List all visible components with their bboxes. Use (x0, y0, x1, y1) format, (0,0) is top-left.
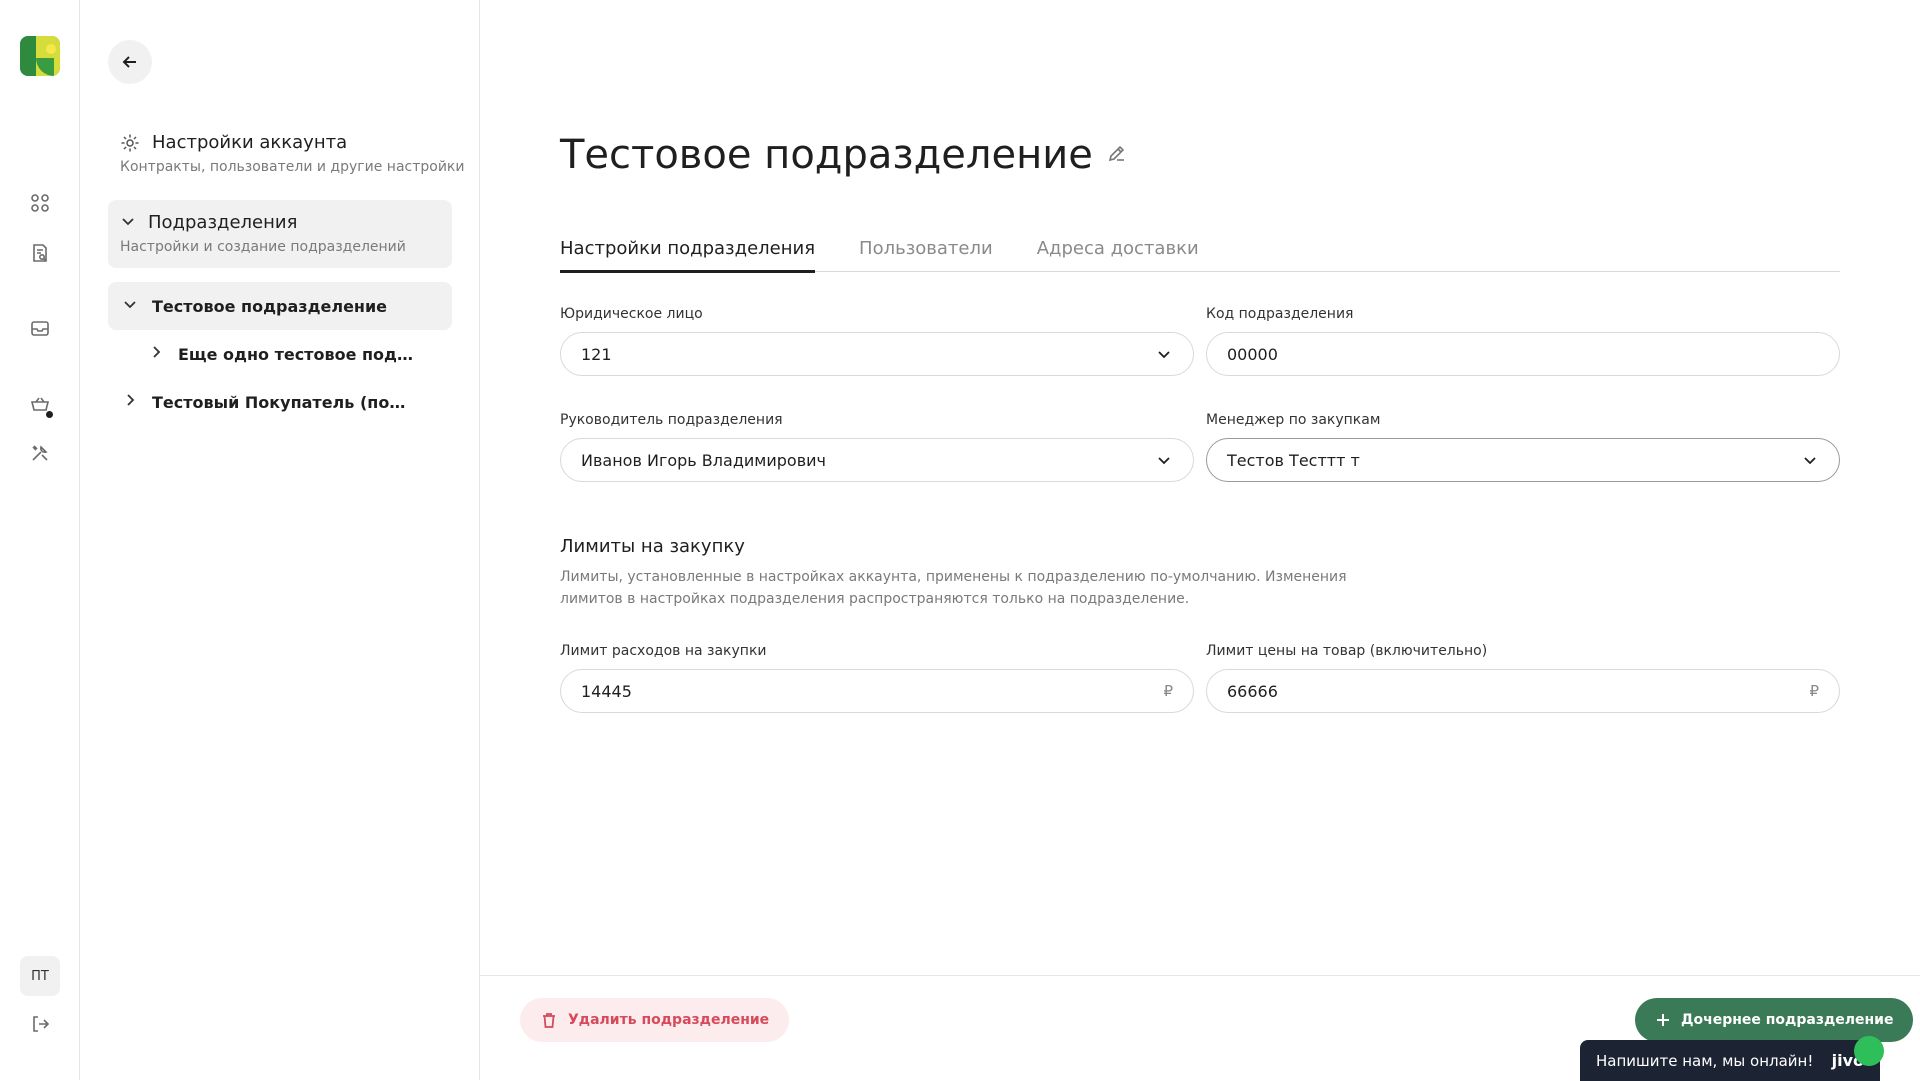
legal-entity-label: Юридическое лицо (560, 306, 703, 322)
spend-limit-input[interactable]: 14445 ₽ (560, 669, 1194, 713)
chevron-down-icon (1158, 457, 1170, 465)
chat-bubble-icon[interactable] (1854, 1036, 1884, 1066)
departments-subtitle: Настройки и создание подразделений (120, 239, 406, 255)
head-field: Руководитель подразделения Иванов Игорь … (560, 412, 1194, 482)
legal-entity-select[interactable]: 121 (560, 332, 1194, 376)
price-limit-field: Лимит цены на товар (включительно) 66666… (1206, 643, 1840, 713)
spend-limit-value: 14445 (581, 681, 632, 701)
manager-label: Менеджер по закупкам (1206, 412, 1381, 428)
document-search-icon[interactable] (28, 241, 52, 265)
head-select[interactable]: Иванов Игорь Владимирович (560, 438, 1194, 482)
ruble-icon: ₽ (1163, 682, 1173, 700)
plus-icon (1657, 1014, 1669, 1026)
back-button[interactable] (108, 40, 152, 84)
departments-title: Подразделения (148, 212, 298, 233)
manager-value: Тестов Тесттт т (1227, 450, 1360, 470)
tree-item-test-department[interactable]: Тестовое подразделение (108, 282, 452, 330)
app-logo[interactable] (20, 36, 60, 76)
limits-title: Лимиты на закупку (560, 536, 745, 557)
arrow-left-icon (122, 56, 136, 68)
head-value: Иванов Игорь Владимирович (581, 450, 826, 470)
legal-entity-field: Юридическое лицо 121 (560, 306, 1194, 376)
delete-department-label: Удалить подразделение (568, 1012, 770, 1028)
chevron-down-icon (122, 296, 138, 316)
limits-description: Лимиты, установленные в настройках аккау… (560, 569, 1347, 607)
inbox-icon[interactable] (28, 316, 52, 340)
dept-code-input[interactable]: 00000 (1206, 332, 1840, 376)
dept-code-label: Код подразделения (1206, 306, 1354, 322)
chat-widget[interactable]: Напишите нам, мы онлайн! jivo (1580, 1040, 1880, 1081)
footer-bar: Удалить подразделение Дочернее подраздел… (480, 975, 1920, 1081)
account-settings-title: Настройки аккаунта (152, 132, 348, 153)
trash-icon (543, 1013, 555, 1028)
legal-entity-value: 121 (581, 344, 612, 364)
avatar[interactable]: ПТ (20, 956, 60, 996)
spend-limit-field: Лимит расходов на закупки 14445 ₽ (560, 643, 1194, 713)
tab-department-settings[interactable]: Настройки подразделения (560, 238, 816, 273)
chevron-right-icon (148, 344, 164, 364)
tab-delivery-addresses[interactable]: Адреса доставки (1037, 238, 1199, 272)
manager-field: Менеджер по закупкам Тестов Тесттт т (1206, 412, 1840, 482)
cart-icon[interactable] (28, 393, 54, 419)
chevron-down-icon (1158, 351, 1170, 359)
departments-section[interactable]: Подразделения Настройки и создание подра… (108, 200, 452, 268)
ruble-icon: ₽ (1809, 682, 1819, 700)
add-child-department-label: Дочернее подразделение (1681, 1012, 1894, 1028)
tree-item-another-department[interactable]: Еще одно тестовое подразделение (108, 330, 452, 378)
tools-icon[interactable] (28, 441, 52, 465)
price-limit-value: 66666 (1227, 681, 1278, 701)
head-label: Руководитель подразделения (560, 412, 783, 428)
tree-item-label: Еще одно тестовое подразделение (178, 344, 418, 364)
chat-widget-text: Напишите нам, мы онлайн! (1596, 1051, 1814, 1070)
settings-sidebar: Настройки аккаунта Контракты, пользовате… (80, 0, 480, 1080)
left-rail: ПТ (0, 0, 80, 1080)
chevron-right-icon (122, 392, 138, 412)
gear-icon (121, 134, 139, 151)
tree-item-label: Тестовый Покупатель (подразделение) (152, 392, 418, 412)
dept-code-field: Код подразделения 00000 (1206, 306, 1840, 376)
page-title: Тестовое подразделение (560, 132, 1093, 178)
spend-limit-label: Лимит расходов на закупки (560, 643, 767, 659)
delete-department-button[interactable]: Удалить подразделение (520, 998, 790, 1042)
dept-code-value: 00000 (1227, 344, 1278, 364)
notification-dot (45, 410, 54, 419)
apps-icon[interactable] (28, 191, 52, 215)
tree-item-label: Тестовое подразделение (152, 296, 388, 316)
account-settings-subtitle: Контракты, пользователи и другие настрой… (120, 159, 465, 175)
manager-select[interactable]: Тестов Тесттт т (1206, 438, 1840, 482)
chevron-down-icon (120, 213, 136, 233)
account-settings-link[interactable]: Настройки аккаунта Контракты, пользовате… (120, 132, 464, 175)
tab-users[interactable]: Пользователи (859, 238, 993, 272)
tree-item-test-buyer[interactable]: Тестовый Покупатель (подразделение) (108, 378, 452, 426)
price-limit-input[interactable]: 66666 ₽ (1206, 669, 1840, 713)
main-content: Тестовое подразделение Настройки подразд… (480, 0, 1920, 1081)
tabs: Настройки подразделения Пользователи Адр… (560, 238, 1840, 273)
logout-icon[interactable] (28, 1012, 52, 1036)
pencil-icon[interactable] (1107, 143, 1127, 167)
chevron-down-icon (1804, 457, 1816, 465)
price-limit-label: Лимит цены на товар (включительно) (1206, 643, 1488, 659)
